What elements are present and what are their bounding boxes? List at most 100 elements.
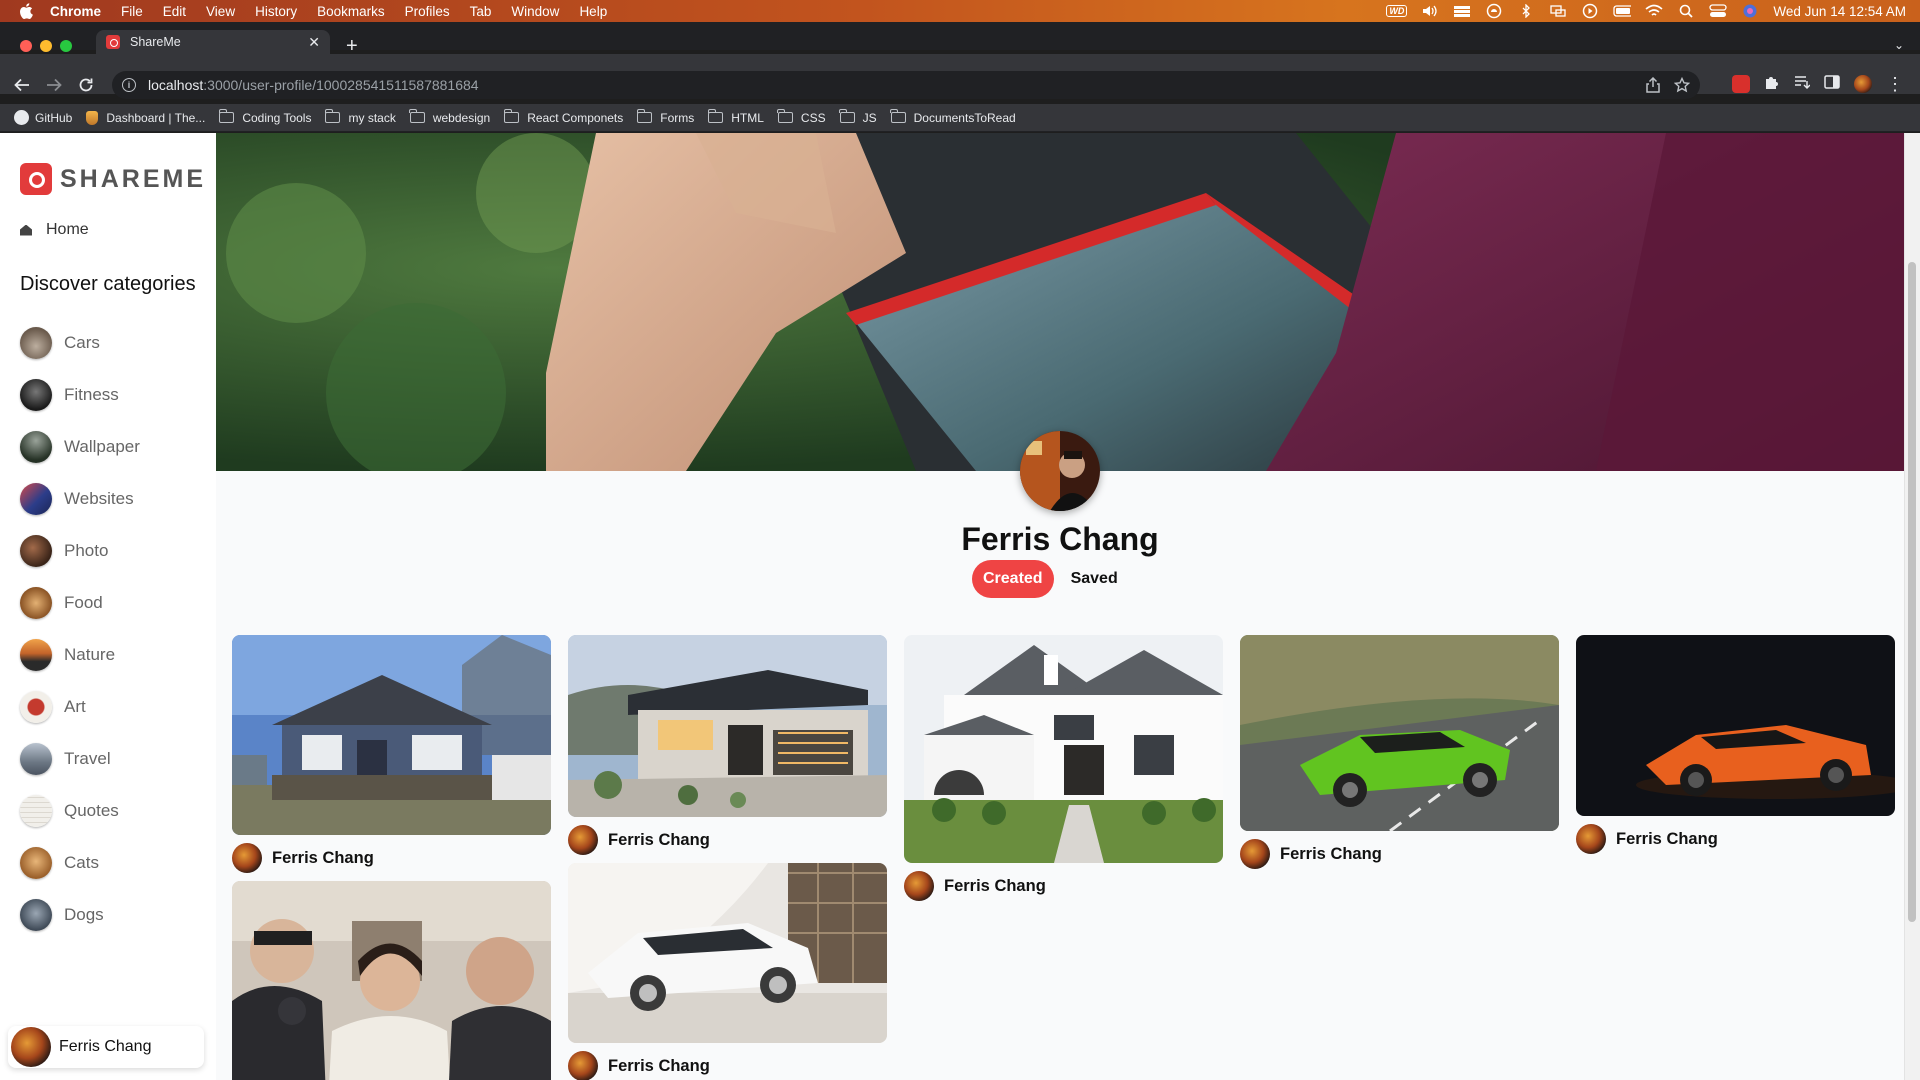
address-bar[interactable]: i localhost :3000/user-profile/100028541…: [112, 71, 1700, 99]
pin-image-green-lamborghini[interactable]: [1240, 635, 1559, 831]
cloud-sync-icon[interactable]: [1485, 3, 1503, 19]
battery-icon[interactable]: [1613, 4, 1632, 18]
pin-author[interactable]: Ferris Chang: [232, 835, 551, 881]
bookmark-folder-documents-to-read[interactable]: DocumentsToRead: [890, 109, 1016, 125]
pin-image-orange-corvette[interactable]: [1576, 635, 1895, 816]
category-travel[interactable]: Travel: [20, 733, 140, 785]
bluetooth-icon[interactable]: [1517, 4, 1535, 18]
siri-icon[interactable]: [1741, 4, 1759, 18]
bookmark-folder-html[interactable]: HTML: [707, 109, 764, 125]
bookmark-dashboard[interactable]: Dashboard | The...: [86, 110, 205, 125]
pin-author[interactable]: Ferris Chang: [904, 863, 1223, 909]
menu-app-chrome[interactable]: Chrome: [50, 4, 101, 19]
control-center-icon[interactable]: [1709, 4, 1728, 18]
macos-menubar: Chrome File Edit View History Bookmarks …: [0, 0, 1920, 22]
bookmark-folder-js[interactable]: JS: [839, 109, 877, 125]
menu-tab[interactable]: Tab: [470, 4, 492, 19]
category-cars[interactable]: Cars: [20, 317, 140, 369]
category-fitness[interactable]: Fitness: [20, 369, 140, 421]
category-dogs[interactable]: Dogs: [20, 889, 140, 941]
site-info-icon[interactable]: i: [122, 78, 136, 92]
window-zoom-button[interactable]: [60, 40, 72, 52]
new-tab-plus-icon[interactable]: +: [346, 36, 358, 56]
pin-image-white-cottage[interactable]: [904, 635, 1223, 863]
forward-arrow-icon[interactable]: [42, 73, 66, 97]
side-panel-icon[interactable]: [1824, 74, 1840, 94]
category-wallpaper[interactable]: Wallpaper: [20, 421, 140, 473]
window-minimize-button[interactable]: [40, 40, 52, 52]
bookmark-folder-forms[interactable]: Forms: [636, 109, 695, 125]
bookmark-folder-webdesign[interactable]: webdesign: [409, 109, 491, 125]
spotlight-search-icon[interactable]: [1677, 4, 1695, 18]
pin-image-family-photo[interactable]: [232, 881, 551, 1080]
kebab-menu-icon[interactable]: ⋮: [1886, 75, 1904, 93]
tab-close-icon[interactable]: ✕: [308, 34, 320, 51]
wifi-icon[interactable]: [1645, 4, 1663, 18]
bookmark-label: webdesign: [432, 110, 491, 125]
window-close-button[interactable]: [20, 40, 32, 52]
category-label: Dogs: [64, 905, 104, 924]
pin-author[interactable]: Ferris Chang: [568, 1043, 887, 1080]
shareme-logo[interactable]: SHAREME: [20, 163, 206, 195]
category-cats[interactable]: Cats: [20, 837, 140, 889]
category-art[interactable]: Art: [20, 681, 140, 733]
url-path: :3000/user-profile/100028541511587881684: [203, 77, 479, 93]
category-thumbnail: [20, 483, 52, 515]
bookmark-folder-css[interactable]: CSS: [777, 109, 826, 125]
reading-list-icon[interactable]: [1794, 75, 1811, 94]
menu-profiles[interactable]: Profiles: [405, 4, 450, 19]
volume-icon[interactable]: [1421, 4, 1439, 18]
folder-icon: [707, 109, 724, 123]
menu-file[interactable]: File: [121, 4, 143, 19]
extension-red-icon[interactable]: [1732, 75, 1750, 93]
category-food[interactable]: Food: [20, 577, 140, 629]
browser-tab-shareme[interactable]: ShareMe ✕: [96, 30, 330, 54]
menu-view[interactable]: View: [206, 4, 235, 19]
bookmark-github[interactable]: GitHub: [14, 110, 72, 125]
bookmark-folder-react-componets[interactable]: React Componets: [503, 109, 623, 125]
menu-help[interactable]: Help: [579, 4, 607, 19]
avatar: [904, 871, 934, 901]
category-quotes[interactable]: Quotes: [20, 785, 140, 837]
share-icon[interactable]: [1646, 76, 1660, 96]
play-circle-icon[interactable]: [1581, 3, 1599, 19]
menu-history[interactable]: History: [255, 4, 297, 19]
wd-drive-icon[interactable]: WD: [1386, 5, 1408, 17]
category-label: Websites: [64, 489, 134, 508]
menu-window[interactable]: Window: [511, 4, 559, 19]
discover-categories-heading: Discover categories: [20, 273, 196, 295]
sidebar-user-profile-link[interactable]: Ferris Chang: [8, 1026, 204, 1068]
bookmark-label: Forms: [660, 110, 695, 125]
sidebar-home-link[interactable]: Home: [20, 221, 89, 239]
menubar-clock[interactable]: Wed Jun 14 12:54 AM: [1773, 4, 1906, 19]
tab-search-chevron-icon[interactable]: ⌄: [1894, 38, 1904, 52]
pins-column: Ferris Chang: [904, 635, 1223, 909]
menu-edit[interactable]: Edit: [163, 4, 186, 19]
apple-icon[interactable]: [18, 3, 34, 19]
bookmark-star-icon[interactable]: [1673, 76, 1691, 96]
category-label: Quotes: [64, 801, 119, 820]
pin-image-modern-house[interactable]: [568, 635, 887, 817]
page-scrollbar-thumb[interactable]: [1908, 262, 1916, 922]
pin-author[interactable]: Ferris Chang: [568, 817, 887, 863]
category-nature[interactable]: Nature: [20, 629, 140, 681]
dashboard-icon: [86, 110, 99, 125]
stack-icon[interactable]: [1453, 4, 1471, 18]
extensions-puzzle-icon[interactable]: [1764, 74, 1780, 94]
tab-saved[interactable]: Saved: [1060, 560, 1129, 598]
pin-image-blue-house[interactable]: [232, 635, 551, 835]
screen-mirror-icon[interactable]: [1549, 4, 1567, 18]
bookmark-folder-my-stack[interactable]: my stack: [324, 109, 396, 125]
pin-author[interactable]: Ferris Chang: [1576, 816, 1895, 862]
menu-bookmarks[interactable]: Bookmarks: [317, 4, 385, 19]
back-arrow-icon[interactable]: [10, 73, 34, 97]
category-websites[interactable]: Websites: [20, 473, 140, 525]
pin-author[interactable]: Ferris Chang: [1240, 831, 1559, 877]
tab-created[interactable]: Created: [972, 560, 1054, 598]
bookmark-folder-coding-tools[interactable]: Coding Tools: [218, 109, 311, 125]
profile-avatar-icon[interactable]: [1854, 75, 1872, 93]
category-thumbnail: [20, 639, 52, 671]
reload-icon[interactable]: [74, 73, 98, 97]
category-photo[interactable]: Photo: [20, 525, 140, 577]
pin-image-rolls-royce[interactable]: [568, 863, 887, 1043]
